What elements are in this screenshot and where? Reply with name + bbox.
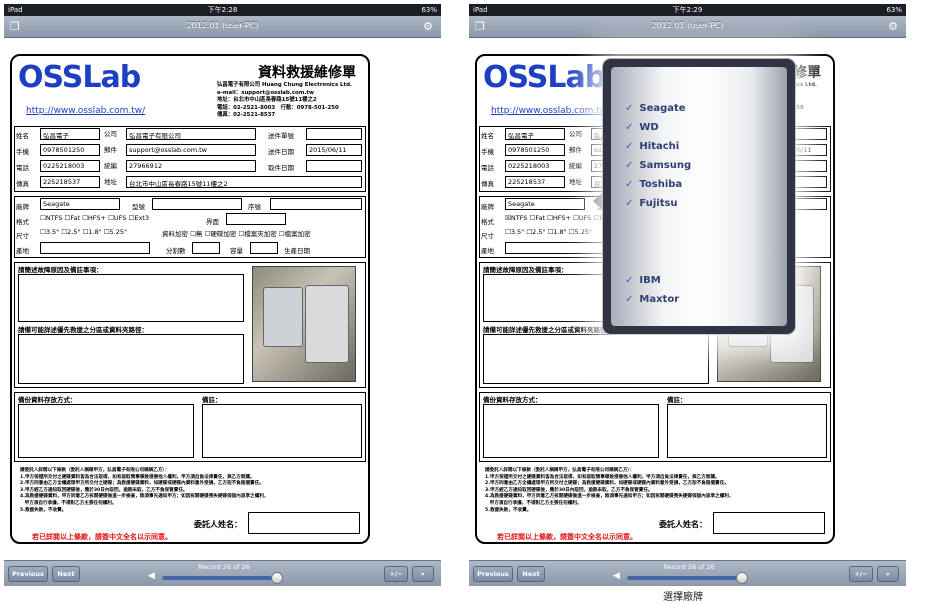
- origin-field[interactable]: [40, 242, 150, 254]
- bottom-toolbar: Previous Next ◀ Record 26 of 26 +/− ⌕: [4, 560, 441, 586]
- model-field[interactable]: [152, 198, 242, 210]
- mobile-field[interactable]: 0978501250: [40, 144, 100, 156]
- company-field[interactable]: 弘昌電子有限公司: [126, 128, 256, 140]
- tax-field[interactable]: 27966912: [126, 160, 256, 172]
- nav-title: 2012.01 (user-PC): [186, 21, 259, 30]
- search-list-icon[interactable]: ⌕: [412, 566, 434, 582]
- ipad-screen-left: iPad 下午2:28 63% ❐ 2012.01 (user-PC) ⚙ OS…: [4, 4, 441, 589]
- brand-option[interactable]: ✓ IBM: [625, 275, 661, 286]
- send-date-field[interactable]: 2015/06/11: [306, 144, 362, 156]
- email-field[interactable]: support@osslab.com.tw: [126, 144, 256, 156]
- osslab-logo: OSSLab: [483, 60, 606, 95]
- fax-field[interactable]: 225218537: [505, 176, 565, 188]
- gear-icon[interactable]: ⚙: [423, 20, 433, 33]
- record-label: Record 26 of 26: [198, 563, 250, 571]
- phone-field[interactable]: 0225218003: [505, 160, 565, 172]
- serial-field[interactable]: [270, 198, 362, 210]
- note-textarea[interactable]: [202, 404, 362, 458]
- format-options[interactable]: ☐NTFS ☐Fat ☐HFS+ ☐UFS ☐Ext3: [40, 214, 149, 222]
- agree-text: 若已詳閱以上條款，請簽中文全名以示同意。: [497, 533, 637, 541]
- brand-field[interactable]: Seagate: [40, 198, 120, 210]
- brand-option[interactable]: ✓ Samsung: [625, 160, 691, 171]
- signer-field[interactable]: [248, 512, 360, 534]
- nav-bar: ❐ 2012.01 (user-PC) ⚙: [4, 16, 441, 38]
- ipad-screen-right: iPad 下午2:29 63% ❐ 2012.01 (user-PC) ⚙ OS…: [469, 4, 906, 589]
- brand-option[interactable]: ✓ Maxtor: [625, 294, 679, 305]
- status-time: 下午2:29: [672, 6, 703, 14]
- path-textarea[interactable]: [18, 334, 244, 384]
- fault-textarea[interactable]: [18, 274, 244, 322]
- status-bar: iPad 下午2:29 63%: [469, 4, 906, 16]
- brand-option[interactable]: ✓ Seagate: [625, 103, 686, 114]
- brand-option[interactable]: ✓ Toshiba: [625, 179, 682, 190]
- size-options[interactable]: ☐3.5" ☐2.5" ☐1.8" ☐5.25": [505, 228, 592, 236]
- slider-knob[interactable]: [736, 572, 748, 584]
- record-slider[interactable]: [627, 572, 748, 584]
- backup-textarea[interactable]: [483, 404, 659, 458]
- name-field[interactable]: 弘昌電子: [40, 128, 100, 140]
- brand-field[interactable]: Seagate: [505, 198, 585, 210]
- popover-arrow: [593, 192, 603, 210]
- gear-icon[interactable]: ⚙: [888, 20, 898, 33]
- battery-label: 63%: [421, 6, 437, 14]
- next-button[interactable]: Next: [517, 566, 545, 582]
- signer-field[interactable]: [713, 512, 825, 534]
- next-button[interactable]: Next: [52, 566, 80, 582]
- left-arrow-icon[interactable]: ◀: [148, 571, 155, 581]
- note-textarea[interactable]: [667, 404, 827, 458]
- search-list-icon[interactable]: ⌕: [877, 566, 899, 582]
- osslab-logo: OSSLab: [18, 60, 141, 95]
- brand-option[interactable]: ✓ WD: [625, 122, 659, 133]
- capacity-field[interactable]: [250, 242, 278, 254]
- fax-field[interactable]: 225218537: [40, 176, 100, 188]
- hdd-photo[interactable]: [252, 266, 356, 382]
- battery-label: 63%: [886, 6, 902, 14]
- partitions-field[interactable]: [192, 242, 220, 254]
- record-slider[interactable]: [162, 572, 283, 584]
- nav-title: 2012.01 (user-PC): [651, 21, 724, 30]
- phone-field[interactable]: 0225218003: [40, 160, 100, 172]
- mobile-field[interactable]: 0978501250: [505, 144, 565, 156]
- format-options[interactable]: ☒NTFS ☐Fat ☐HFS+ ☐UFS ☐Ext3: [505, 214, 614, 222]
- terms-text: 請委託人詳閱以下條款（委託人稱稱甲方，弘昌電子有限公司稱稱乙方）： 1.甲方保證所…: [20, 468, 269, 513]
- signer-label: 委託人姓名：: [659, 520, 707, 529]
- add-remove-icon[interactable]: +/−: [384, 566, 408, 582]
- bottom-toolbar: Previous Next ◀ Record 26 of 26 +/− ⌕: [469, 560, 906, 586]
- pick-date-field[interactable]: [306, 160, 362, 172]
- backup-textarea[interactable]: [18, 404, 194, 458]
- left-arrow-icon[interactable]: ◀: [613, 571, 620, 581]
- brand-option[interactable]: ✓ Hitachi: [625, 141, 679, 152]
- send-no-field[interactable]: [306, 128, 362, 140]
- agree-text: 若已詳閱以上條款，請簽中文全名以示同意。: [32, 533, 172, 541]
- name-field[interactable]: 弘昌電子: [505, 128, 565, 140]
- previous-button[interactable]: Previous: [8, 566, 48, 582]
- repair-form: OSSLab http://www.osslab.com.tw/ 資料救援維修單…: [10, 54, 370, 544]
- size-options[interactable]: ☐3.5" ☐2.5" ☐1.8" ☐5.25": [40, 228, 127, 236]
- slider-knob[interactable]: [271, 572, 283, 584]
- brand-option[interactable]: ✓ Fujitsu: [625, 198, 678, 209]
- interface-field[interactable]: [226, 213, 286, 225]
- terms-text: 請委託人詳閱以下條款（委託人稱稱甲方，弘昌電子有限公司稱稱乙方）： 1.甲方保證所…: [485, 468, 734, 513]
- brand-picker-popover: ✓ Seagate ✓ WD ✓ Hitachi ✓ Samsung ✓ Toshiba …: [603, 59, 795, 334]
- caption: 選擇廠牌: [663, 592, 703, 603]
- form-title: 資料救援維修單: [258, 65, 356, 81]
- company-info: 弘昌電子有限公司 Huang Chung Electronics Ltd. e-…: [217, 82, 352, 118]
- nav-bar: ❐ 2012.01 (user-PC) ⚙: [469, 16, 906, 38]
- encrypt-options[interactable]: 資料加密 ☐無 ☐硬碟加密 ☐檔案夾加密 ☐檔案加密: [162, 228, 311, 238]
- brand-picker-wheel[interactable]: ✓ Seagate ✓ WD ✓ Hitachi ✓ Samsung ✓ Toshiba …: [611, 67, 787, 326]
- add-remove-icon[interactable]: +/−: [849, 566, 873, 582]
- address-field[interactable]: 台北市中山區長春路15號11樓之2: [126, 176, 362, 188]
- origin-field[interactable]: [505, 242, 615, 254]
- signer-label: 委託人姓名：: [194, 520, 242, 529]
- website-url[interactable]: http://www.osslab.com.tw/: [26, 106, 145, 116]
- path-textarea[interactable]: [483, 334, 709, 384]
- website-url[interactable]: http://www.osslab.com.tw/: [491, 106, 610, 116]
- status-bar: iPad 下午2:28 63%: [4, 4, 441, 16]
- previous-button[interactable]: Previous: [473, 566, 513, 582]
- status-time: 下午2:28: [207, 6, 238, 14]
- record-label: Record 26 of 26: [663, 563, 715, 571]
